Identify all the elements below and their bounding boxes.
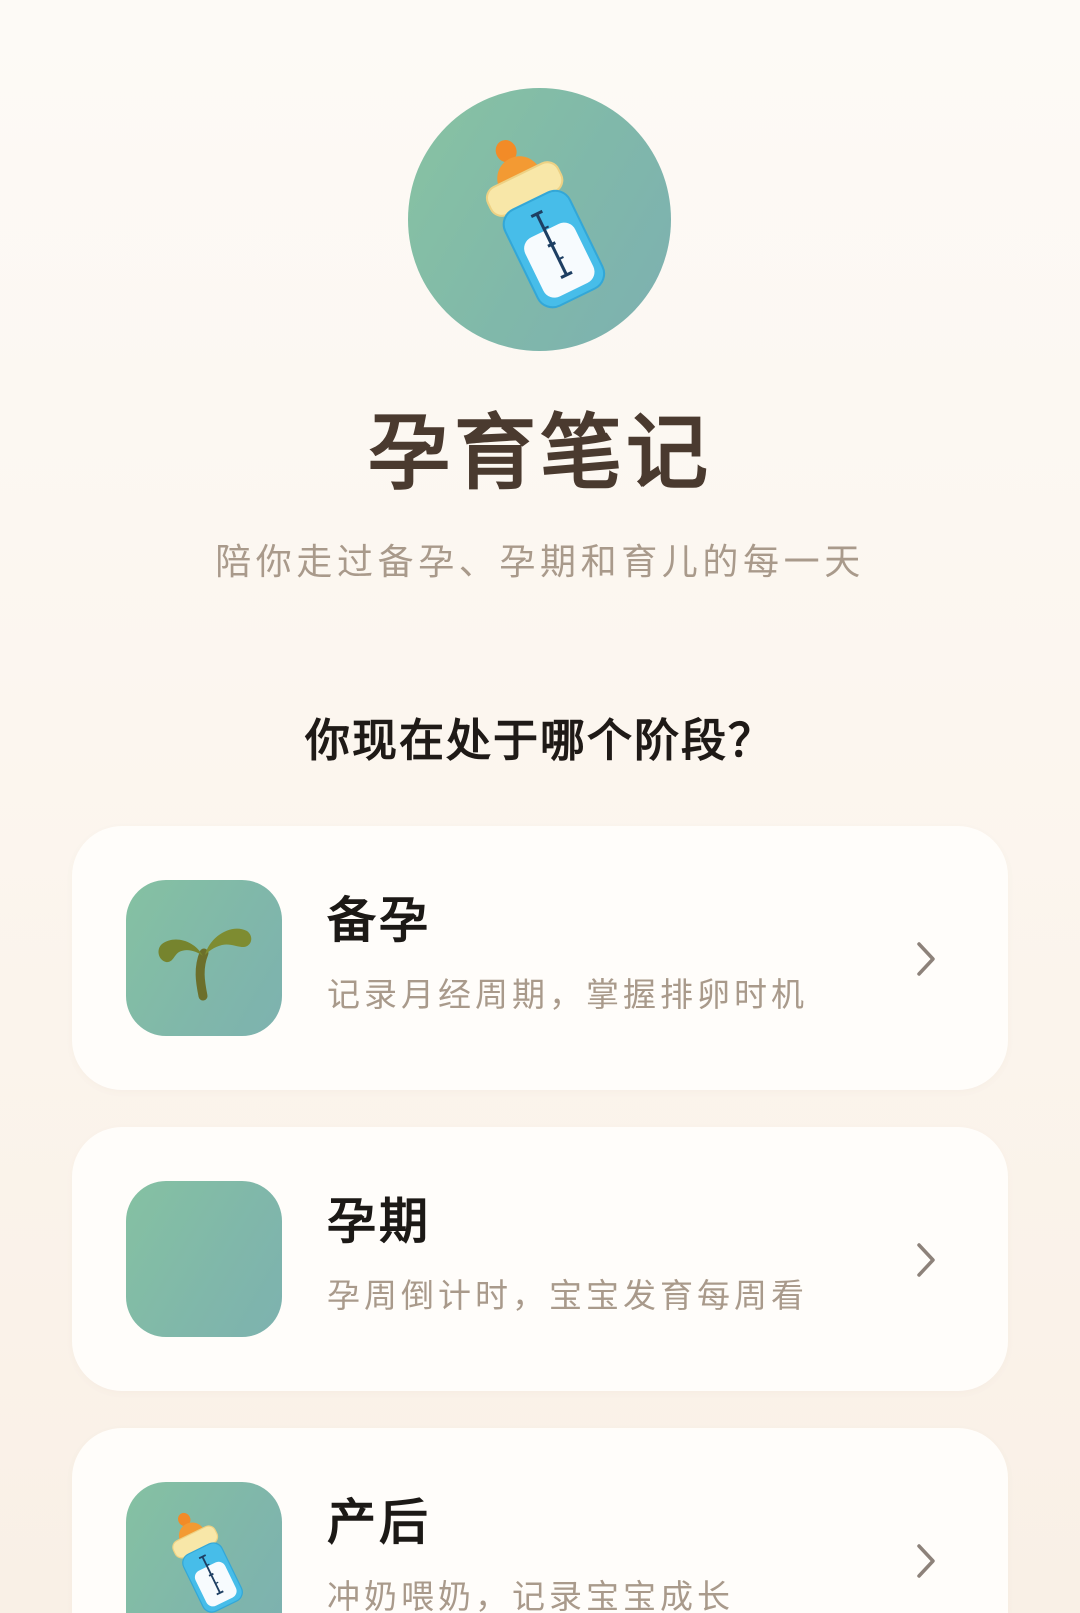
stage-icon-box — [126, 1482, 282, 1613]
stage-card-label: 孕期 — [327, 1193, 432, 1250]
sprout-icon — [158, 928, 252, 1001]
chevron-right-icon — [914, 1240, 938, 1280]
app-logo — [408, 88, 671, 351]
stage-card-postpartum[interactable]: 产后 冲奶喂奶，记录宝宝成长 — [72, 1428, 1008, 1613]
chevron-right-icon — [914, 939, 938, 979]
stage-card-label: 备孕 — [327, 892, 432, 949]
stage-card-description: 冲奶喂奶，记录宝宝成长 — [327, 1577, 734, 1613]
baby-bottle-icon — [159, 1502, 249, 1613]
stage-question: 你现在处于哪个阶段？ — [304, 714, 775, 767]
baby-bottle-icon — [464, 122, 614, 316]
chevron-right-icon — [914, 1541, 938, 1581]
stage-card-description: 孕周倒计时，宝宝发育每周看 — [327, 1276, 808, 1315]
app-title: 孕育笔记 — [367, 406, 712, 501]
stage-card-label: 产后 — [327, 1494, 432, 1551]
stage-icon-box — [126, 880, 282, 1036]
stage-icon-box — [126, 1181, 282, 1337]
app-subtitle: 陪你走过备孕、孕期和育儿的每一天 — [215, 542, 865, 583]
stage-card-preconception[interactable]: 备孕 记录月经周期，掌握排卵时机 — [72, 826, 1008, 1090]
stage-card-pregnancy[interactable]: 孕期 孕周倒计时，宝宝发育每周看 — [72, 1127, 1008, 1391]
stage-card-description: 记录月经周期，掌握排卵时机 — [327, 975, 808, 1014]
